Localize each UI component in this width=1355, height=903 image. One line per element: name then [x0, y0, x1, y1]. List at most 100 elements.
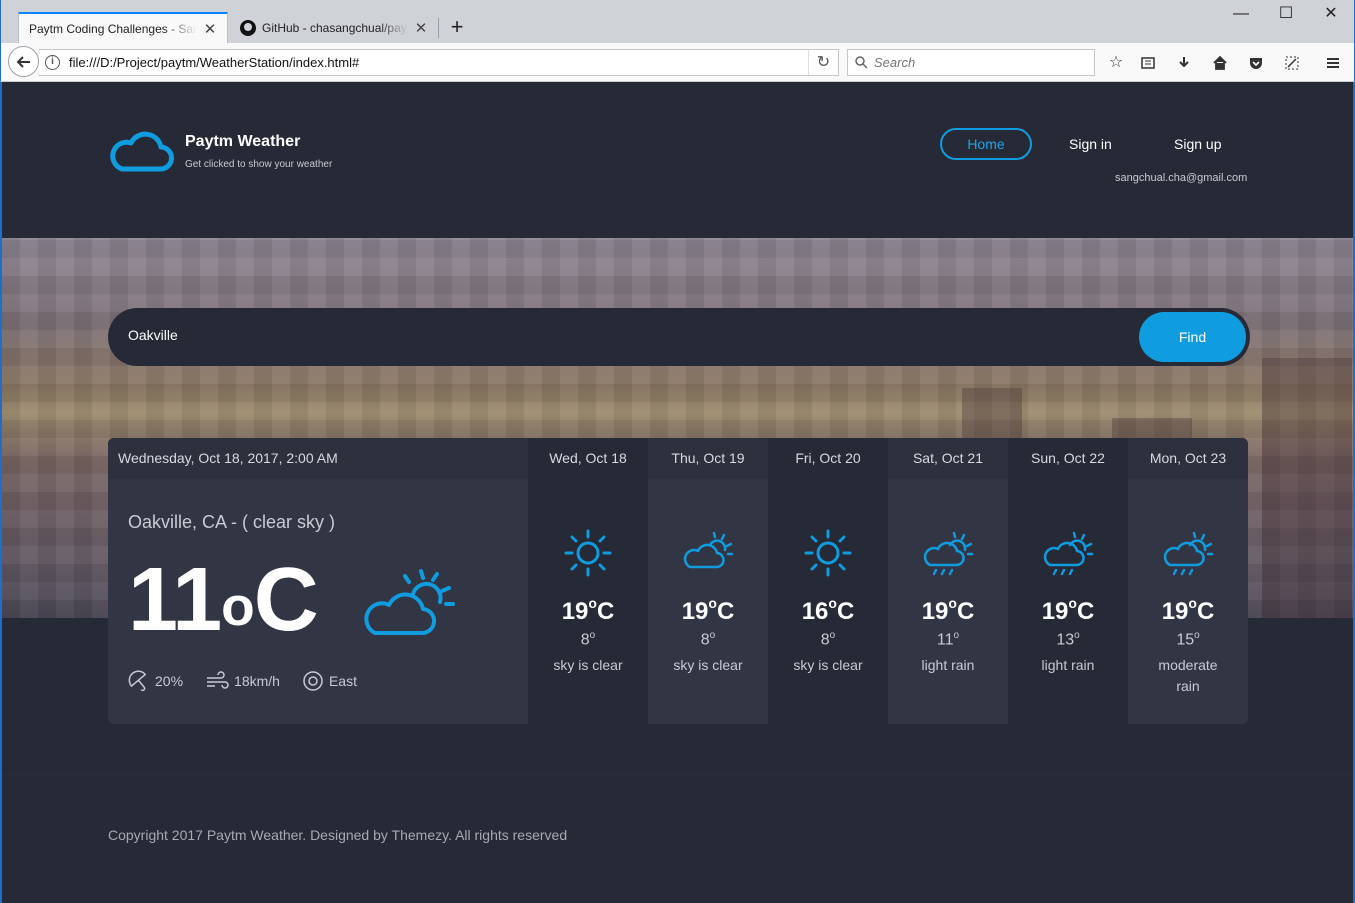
- wind-speed-stat: 18km/h: [205, 670, 280, 692]
- day-description: sky is clear: [793, 657, 863, 674]
- site-subtitle: Get clicked to show your weather: [185, 159, 333, 170]
- browser-search-bar[interactable]: [847, 49, 1095, 76]
- tab-divider: [438, 18, 439, 38]
- rain-cloud-icon: [1163, 531, 1214, 576]
- day-label: Fri, Oct 20: [795, 450, 861, 466]
- site-title[interactable]: Paytm Weather: [185, 133, 300, 151]
- degree-symbol: o: [1068, 595, 1077, 611]
- high-value: 19: [561, 598, 589, 625]
- nav-signup-link[interactable]: Sign up: [1174, 128, 1221, 160]
- weather-stats: 20% 18km/h East: [128, 670, 357, 692]
- day-low-temp: 8o: [528, 630, 648, 649]
- city-search-form: Find: [108, 308, 1250, 366]
- download-icon[interactable]: [1173, 52, 1195, 74]
- day-description: sky is clear: [553, 657, 623, 674]
- day-high-temp: 19oC: [648, 595, 768, 626]
- low-value: 8: [580, 631, 590, 649]
- current-temperature: 11oC: [128, 550, 319, 650]
- star-icon[interactable]: ☆: [1105, 52, 1127, 74]
- pocket-icon[interactable]: [1245, 52, 1267, 74]
- wind-direction-stat: East: [302, 670, 357, 692]
- url-bar[interactable]: i file:///D:/Project/paytm/WeatherStatio…: [39, 49, 839, 76]
- github-icon: [240, 19, 256, 36]
- user-email: sangchual.cha@gmail.com: [1115, 172, 1248, 184]
- nav-signin-link[interactable]: Sign in: [1069, 128, 1112, 160]
- sun-icon: [804, 529, 852, 577]
- day-low-temp: 8o: [768, 630, 888, 649]
- precipitation-value: 20%: [155, 673, 184, 689]
- temperature-value: 11: [128, 550, 222, 650]
- precipitation-stat: 20%: [128, 670, 183, 692]
- forecast-day: Wed, Oct 18 19oC 8o sky is clear: [528, 438, 648, 724]
- day-description: sky is clear: [673, 657, 743, 674]
- day-label: Sat, Oct 21: [888, 438, 1008, 479]
- temperature-unit: C: [956, 598, 975, 625]
- close-tab-icon[interactable]: ✕: [203, 20, 217, 38]
- degree-symbol: o: [829, 630, 836, 641]
- back-button[interactable]: [8, 46, 39, 77]
- close-tab-icon[interactable]: ✕: [414, 19, 428, 37]
- cloud-logo-icon[interactable]: [108, 131, 174, 173]
- day-high-temp: 19oC: [1008, 595, 1128, 626]
- day-label: Wed, Oct 18: [549, 450, 627, 466]
- day-high-temp: 16oC: [768, 595, 888, 626]
- tab-title: GitHub - chasangchual/paytm: [262, 20, 408, 35]
- forecast-day: Thu, Oct 19 19oC 8o sky is clear: [648, 438, 768, 724]
- info-icon[interactable]: i: [45, 55, 60, 70]
- reading-list-icon[interactable]: [1137, 52, 1159, 74]
- wind-speed-value: 18km/h: [234, 673, 280, 689]
- umbrella-icon: [128, 670, 147, 692]
- browser-navbar: i file:///D:/Project/paytm/WeatherStatio…: [0, 43, 1355, 82]
- degree-symbol: o: [948, 595, 957, 611]
- degree-symbol: o: [589, 630, 596, 641]
- day-low-temp: 11o: [888, 630, 1008, 649]
- find-button[interactable]: Find: [1139, 312, 1246, 362]
- degree-symbol: o: [1188, 595, 1197, 611]
- compass-icon: [303, 671, 323, 691]
- minimize-button[interactable]: —: [1229, 4, 1253, 24]
- low-value: 8: [700, 631, 710, 649]
- low-value: 15: [1176, 631, 1195, 649]
- temperature-unit: C: [1196, 598, 1215, 625]
- maximize-button[interactable]: ☐: [1274, 4, 1298, 24]
- city-search-input[interactable]: [128, 327, 1028, 343]
- high-value: 19: [1161, 598, 1189, 625]
- temperature-unit: C: [596, 598, 615, 625]
- site-header: Paytm Weather Get clicked to show your w…: [2, 82, 1353, 238]
- wind-direction-value: East: [328, 673, 357, 689]
- day-low-temp: 8o: [648, 630, 768, 649]
- day-description: light rain: [1041, 657, 1095, 674]
- degree-symbol: o: [709, 630, 716, 641]
- home-icon[interactable]: [1209, 52, 1231, 74]
- copyright-text: Copyright 2017 Paytm Weather. Designed b…: [108, 827, 568, 843]
- tab-title: Paytm Coding Challenges - Sang: [29, 21, 197, 36]
- day-label: Mon, Oct 23: [1128, 438, 1248, 479]
- sun-icon: [564, 529, 612, 577]
- day-label: Thu, Oct 19: [648, 438, 768, 479]
- menu-icon[interactable]: [1322, 52, 1344, 74]
- partly-cloudy-icon: [683, 531, 734, 569]
- day-low-temp: 13o: [1008, 630, 1128, 649]
- url-text[interactable]: file:///D:/Project/paytm/WeatherStation/…: [69, 55, 808, 70]
- tab-github[interactable]: GitHub - chasangchual/paytm ✕: [230, 12, 438, 43]
- temperature-unit: C: [1076, 598, 1095, 625]
- skyline-building: [1262, 358, 1352, 618]
- browser-search-input[interactable]: [874, 55, 1074, 70]
- new-tab-button[interactable]: +: [446, 15, 468, 39]
- screenshot-icon[interactable]: [1281, 52, 1303, 74]
- rain-cloud-icon: [1043, 531, 1094, 576]
- close-window-button[interactable]: ✕: [1319, 4, 1343, 24]
- reload-icon[interactable]: ↻: [808, 50, 838, 75]
- day-description: light rain: [921, 657, 975, 674]
- low-value: 11: [936, 631, 954, 649]
- tab-paytm-coding-challenges[interactable]: Paytm Coding Challenges - Sang ✕: [18, 12, 228, 43]
- degree-symbol: o: [828, 595, 837, 611]
- day-description: moderate rain: [1158, 657, 1218, 695]
- partly-cloudy-icon: [364, 569, 455, 636]
- wind-icon: [207, 671, 229, 689]
- nav-home-button[interactable]: Home: [940, 128, 1032, 160]
- day-high-temp: 19oC: [1128, 595, 1248, 626]
- today-datetime: Wednesday, Oct 18, 2017, 2:00 AM: [108, 438, 528, 479]
- web-page: Paytm Weather Get clicked to show your w…: [0, 82, 1355, 903]
- forecast-table: Wednesday, Oct 18, 2017, 2:00 AM Oakvill…: [108, 438, 1248, 724]
